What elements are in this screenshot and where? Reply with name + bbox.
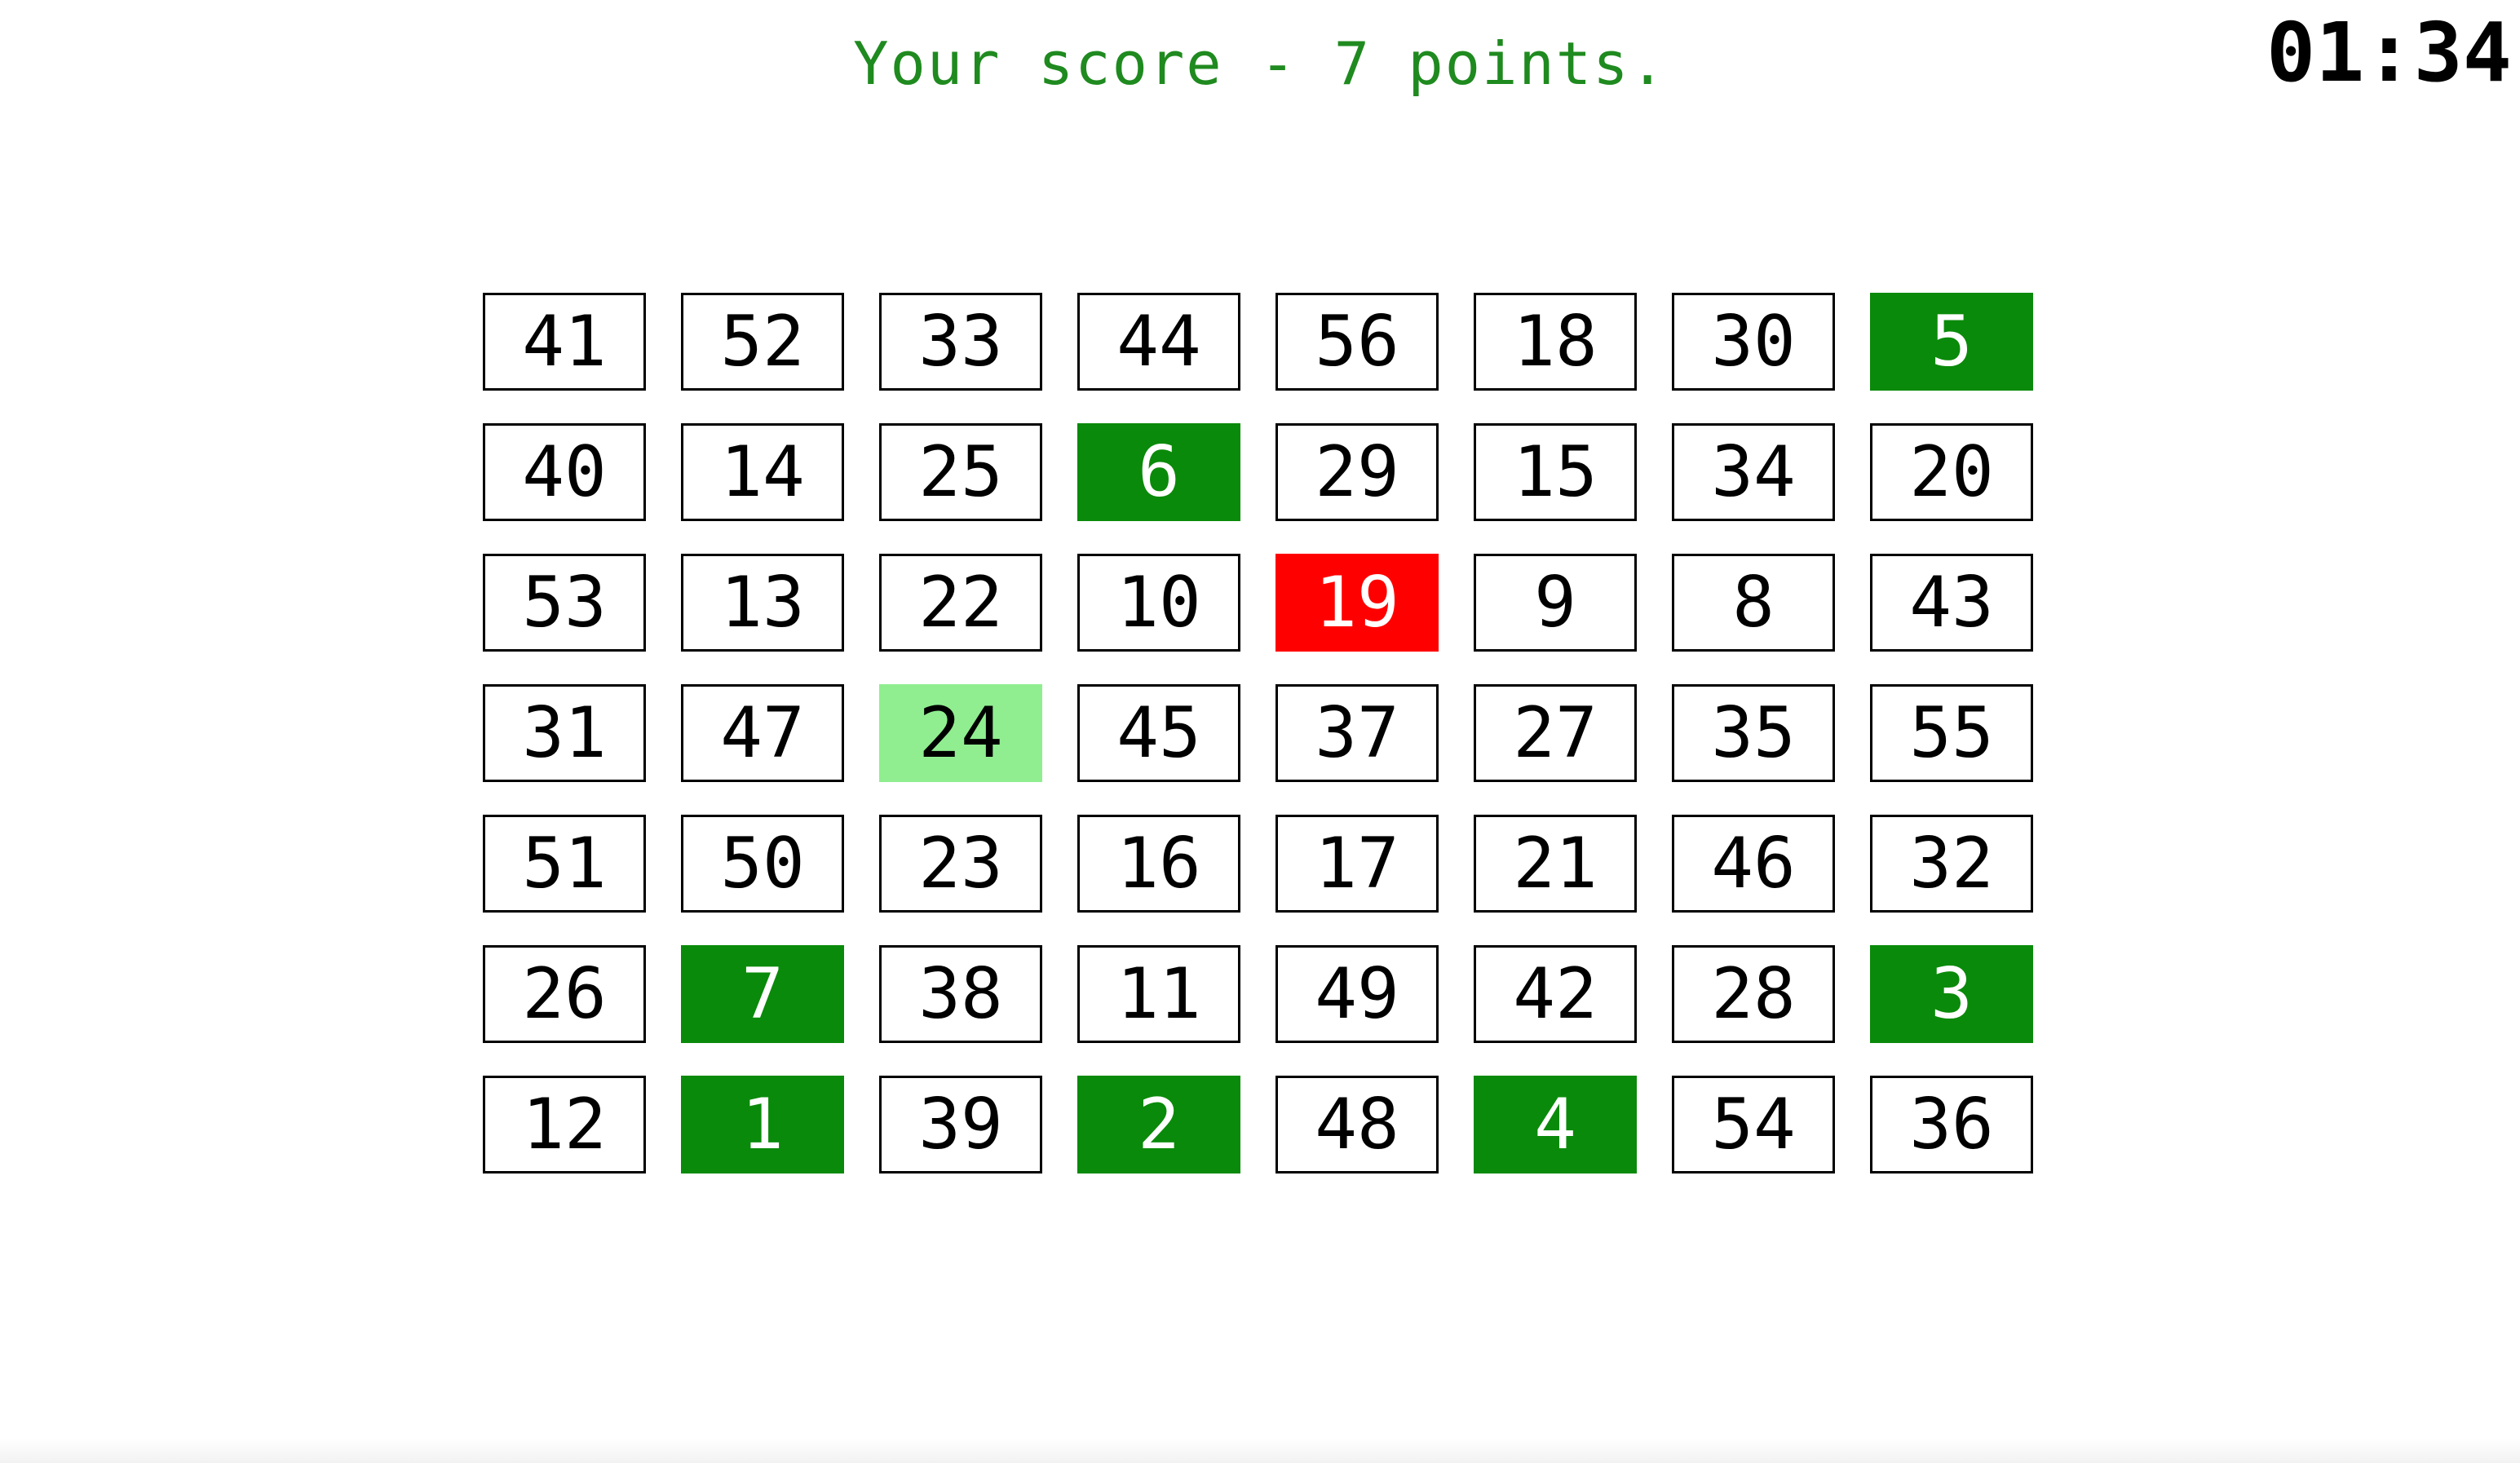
number-tile-31[interactable]: 31 [483,684,646,782]
number-tile-6[interactable]: 6 [1077,423,1240,521]
number-tile-39[interactable]: 39 [879,1076,1042,1173]
number-tile-14[interactable]: 14 [681,423,844,521]
number-tile-37[interactable]: 37 [1275,684,1439,782]
number-tile-42[interactable]: 42 [1474,945,1637,1043]
number-tile-19[interactable]: 19 [1275,554,1439,652]
number-tile-43[interactable]: 43 [1870,554,2033,652]
number-tile-45[interactable]: 45 [1077,684,1240,782]
number-tile-30[interactable]: 30 [1672,293,1835,391]
number-tile-40[interactable]: 40 [483,423,646,521]
countdown-timer: 01:34 [2266,5,2512,100]
number-tile-55[interactable]: 55 [1870,684,2033,782]
number-tile-12[interactable]: 12 [483,1076,646,1173]
number-tile-24[interactable]: 24 [879,684,1042,782]
number-tile-20[interactable]: 20 [1870,423,2033,521]
number-tile-25[interactable]: 25 [879,423,1042,521]
number-tile-52[interactable]: 52 [681,293,844,391]
number-tile-2[interactable]: 2 [1077,1076,1240,1173]
number-tile-34[interactable]: 34 [1672,423,1835,521]
number-tile-16[interactable]: 16 [1077,815,1240,913]
number-tile-54[interactable]: 54 [1672,1076,1835,1173]
number-tile-18[interactable]: 18 [1474,293,1637,391]
number-tile-36[interactable]: 36 [1870,1076,2033,1173]
number-tile-56[interactable]: 56 [1275,293,1439,391]
number-tile-9[interactable]: 9 [1474,554,1637,652]
number-tile-21[interactable]: 21 [1474,815,1637,913]
number-tile-48[interactable]: 48 [1275,1076,1439,1173]
number-tile-27[interactable]: 27 [1474,684,1637,782]
number-tile-28[interactable]: 28 [1672,945,1835,1043]
number-tile-32[interactable]: 32 [1870,815,2033,913]
number-tile-35[interactable]: 35 [1672,684,1835,782]
number-tile-47[interactable]: 47 [681,684,844,782]
number-tile-13[interactable]: 13 [681,554,844,652]
number-tile-4[interactable]: 4 [1474,1076,1637,1173]
number-tile-11[interactable]: 11 [1077,945,1240,1043]
number-grid: 41 52 33 44 56 18 30 5 40 14 25 6 29 15 34 20 53 13 22 10 19… [483,293,2036,1173]
bottom-edge-divider [0,1439,2520,1463]
number-tile-33[interactable]: 33 [879,293,1042,391]
number-tile-1[interactable]: 1 [681,1076,844,1173]
number-tile-49[interactable]: 49 [1275,945,1439,1043]
number-tile-46[interactable]: 46 [1672,815,1835,913]
number-tile-8[interactable]: 8 [1672,554,1835,652]
score-label: Your score - 7 points. [853,29,1667,98]
number-tile-44[interactable]: 44 [1077,293,1240,391]
number-tile-53[interactable]: 53 [483,554,646,652]
number-tile-23[interactable]: 23 [879,815,1042,913]
number-tile-26[interactable]: 26 [483,945,646,1043]
number-tile-50[interactable]: 50 [681,815,844,913]
number-tile-51[interactable]: 51 [483,815,646,913]
number-tile-22[interactable]: 22 [879,554,1042,652]
number-tile-15[interactable]: 15 [1474,423,1637,521]
number-tile-17[interactable]: 17 [1275,815,1439,913]
number-tile-7[interactable]: 7 [681,945,844,1043]
number-tile-41[interactable]: 41 [483,293,646,391]
number-tile-5[interactable]: 5 [1870,293,2033,391]
number-tile-3[interactable]: 3 [1870,945,2033,1043]
number-tile-10[interactable]: 10 [1077,554,1240,652]
number-tile-38[interactable]: 38 [879,945,1042,1043]
number-tile-29[interactable]: 29 [1275,423,1439,521]
